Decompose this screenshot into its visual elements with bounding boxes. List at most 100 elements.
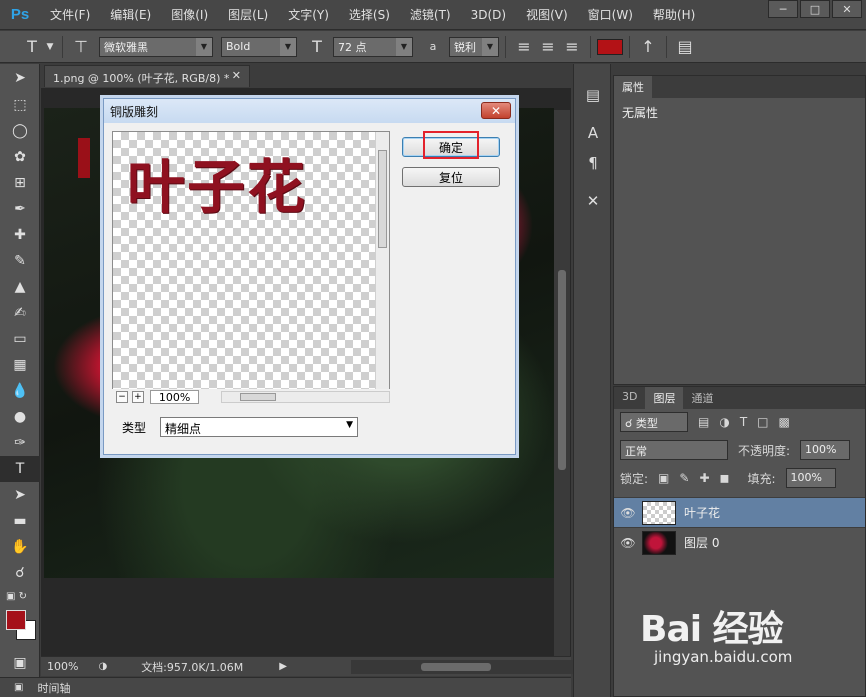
text-color-swatch[interactable] [597, 38, 623, 55]
font-style-select[interactable]: Bold ▼ [221, 36, 297, 57]
preview-horizontal-scrollbar[interactable] [221, 391, 391, 403]
font-size-select[interactable]: 72 点 ▼ [333, 36, 413, 57]
tab-layers[interactable]: 图层 [645, 387, 684, 409]
path-select-tool-icon[interactable]: ➤ [0, 482, 40, 508]
minimize-icon[interactable]: ─ [768, 0, 798, 18]
text-orientation-icon[interactable]: ⊤ [69, 35, 93, 59]
menu-3d[interactable]: 3D(D) [461, 0, 516, 30]
zoom-level[interactable]: 100% [47, 660, 78, 673]
rectangle-tool-icon[interactable]: ▬ [0, 508, 40, 534]
menu-layer[interactable]: 图层(L) [218, 0, 278, 30]
eraser-tool-icon[interactable]: ▭ [0, 326, 40, 352]
filter-preview[interactable]: 叶子花 [112, 131, 390, 399]
marquee-tool-icon[interactable]: ⬚ [0, 92, 40, 118]
fill-field[interactable]: 100% [785, 468, 836, 488]
layer-kind-filter[interactable]: ☌ 类型 [620, 412, 688, 432]
clone-stamp-tool-icon[interactable]: ▲ [0, 274, 40, 300]
close-tab-icon[interactable]: ✕ [232, 69, 241, 82]
dialog-title-bar[interactable]: 铜版雕刻 ✕ [104, 99, 515, 123]
menu-select[interactable]: 选择(S) [339, 0, 400, 30]
character-panel-icon[interactable]: A [574, 118, 612, 148]
smart-object-filter-icon[interactable]: ▩ [779, 415, 790, 429]
opacity-field[interactable]: 100% [800, 440, 851, 460]
menu-help[interactable]: 帮助(H) [643, 0, 705, 30]
status-info-icon[interactable]: ◑ [98, 661, 107, 672]
warp-text-icon[interactable]: ↑ [636, 35, 660, 59]
tab-3d[interactable]: 3D [614, 387, 645, 409]
color-swatches[interactable] [0, 606, 40, 642]
align-right-icon[interactable]: ≡ [560, 35, 584, 59]
type-tool-icon[interactable]: T [0, 456, 40, 482]
history-brush-tool-icon[interactable]: ✍ [0, 300, 40, 326]
paragraph-panel-icon[interactable]: ¶ [574, 148, 612, 178]
scroll-thumb[interactable] [421, 663, 491, 671]
antialias-select[interactable]: 锐利 ▼ [449, 36, 499, 57]
brush-tool-icon[interactable]: ✎ [0, 248, 40, 274]
type-select[interactable]: 精细点 ▼ [160, 417, 359, 437]
move-tool-icon[interactable]: ➤ [0, 64, 40, 92]
timeline-panel-tab[interactable]: ▣ 时间轴 [0, 677, 571, 697]
quick-select-tool-icon[interactable]: ✿ [0, 144, 40, 170]
close-window-icon[interactable]: ✕ [832, 0, 862, 18]
gradient-tool-icon[interactable]: ▦ [0, 352, 40, 378]
menu-view[interactable]: 视图(V) [516, 0, 578, 30]
type-filter-icon[interactable]: T [740, 415, 747, 429]
canvas-vertical-scrollbar[interactable] [554, 110, 570, 656]
menu-file[interactable]: 文件(F) [40, 0, 100, 30]
lock-all-icon[interactable]: ◼ [720, 471, 730, 485]
crop-tool-icon[interactable]: ⊞ [0, 170, 40, 196]
tool-preset-dropdown-icon[interactable]: ▼ [44, 35, 56, 59]
lasso-tool-icon[interactable]: ◯ [0, 118, 40, 144]
status-menu-arrow-icon[interactable]: ▶ [279, 661, 287, 672]
preview-vertical-scrollbar[interactable] [375, 132, 389, 398]
dodge-tool-icon[interactable]: ● [0, 404, 40, 430]
zoom-tool-icon[interactable]: ☌ [0, 560, 40, 586]
tool-presets-icon[interactable]: ✕ [574, 186, 612, 216]
align-left-icon[interactable]: ≡ [512, 35, 536, 59]
character-panel-icon[interactable]: ▤ [673, 35, 697, 59]
eye-icon[interactable]: 👁 [614, 536, 642, 550]
lock-pixels-icon[interactable]: ✎ [679, 471, 689, 485]
foreground-color-swatch[interactable] [6, 610, 26, 630]
scroll-thumb[interactable] [378, 150, 387, 248]
adjustment-filter-icon[interactable]: ◑ [719, 415, 729, 429]
divider [62, 35, 63, 58]
scroll-thumb[interactable] [240, 393, 277, 401]
type-tool-icon[interactable]: T [20, 35, 44, 59]
lock-position-icon[interactable]: ✚ [699, 471, 709, 485]
document-tab[interactable]: 1.png @ 100% (叶子花, RGB/8) * ✕ [44, 65, 250, 87]
eyedropper-tool-icon[interactable]: ✒ [0, 196, 40, 222]
tab-channels[interactable]: 通道 [683, 387, 721, 409]
pen-tool-icon[interactable]: ✑ [0, 430, 40, 456]
canvas-horizontal-scrollbar[interactable] [351, 660, 586, 674]
blur-tool-icon[interactable]: 💧 [0, 378, 40, 404]
menu-filter[interactable]: 滤镜(T) [400, 0, 461, 30]
menu-type[interactable]: 文字(Y) [278, 0, 339, 30]
zoom-in-button[interactable]: + [131, 391, 144, 403]
hand-tool-icon[interactable]: ✋ [0, 534, 40, 560]
menu-image[interactable]: 图像(I) [161, 0, 218, 30]
eye-icon[interactable]: 👁 [614, 506, 642, 520]
menu-window[interactable]: 窗口(W) [578, 0, 643, 30]
default-colors-icon[interactable]: ▣ ↻ [0, 586, 40, 606]
layer-row[interactable]: 👁 叶子花 [614, 497, 865, 527]
maximize-icon[interactable]: □ [800, 0, 830, 18]
align-center-icon[interactable]: ≡ [536, 35, 560, 59]
zoom-out-button[interactable]: − [116, 391, 128, 403]
preview-zoom-field[interactable]: 100% [149, 390, 200, 404]
menu-edit[interactable]: 编辑(E) [100, 0, 161, 30]
font-family-select[interactable]: 微软雅黑 ▼ [99, 36, 213, 57]
blend-mode-select[interactable]: 正常 [620, 440, 728, 460]
lock-transparent-icon[interactable]: ▣ [658, 471, 669, 485]
layer-row[interactable]: 👁 图层 0 [614, 527, 865, 557]
quick-mask-icon[interactable]: ▣ [0, 650, 40, 676]
reset-button[interactable]: 复位 [402, 167, 500, 187]
history-panel-icon[interactable]: ▤ [574, 80, 612, 110]
tab-properties[interactable]: 属性 [614, 76, 652, 98]
pixel-filter-icon[interactable]: ▤ [698, 415, 709, 429]
healing-brush-tool-icon[interactable]: ✚ [0, 222, 40, 248]
scroll-thumb[interactable] [558, 270, 566, 470]
shape-filter-icon[interactable]: □ [757, 415, 768, 429]
layer-name: 图层 0 [684, 536, 720, 550]
close-icon[interactable]: ✕ [481, 102, 511, 119]
